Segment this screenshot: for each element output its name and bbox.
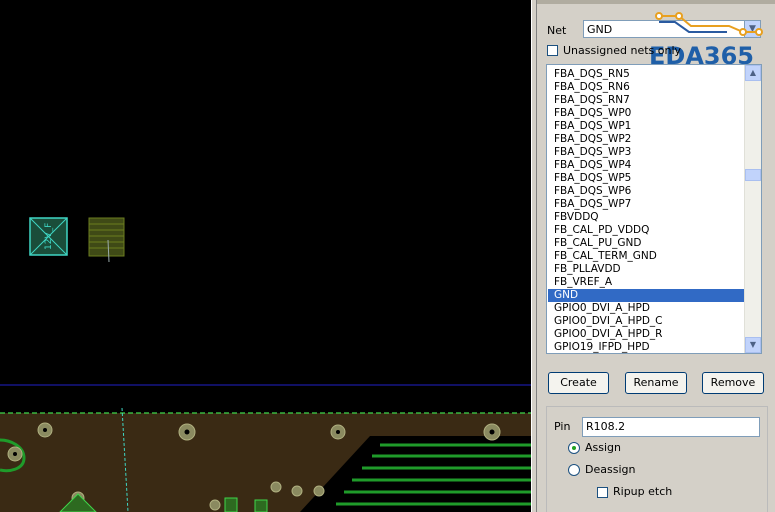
pcb-canvas[interactable]: 12V_F <box>0 0 531 512</box>
ripup-etch-checkbox[interactable] <box>597 487 608 498</box>
eda365-logo: EDA365 <box>649 12 763 66</box>
net-list-item[interactable]: FB_CAL_TERM_GND <box>552 250 744 263</box>
assign-label: Assign <box>585 441 621 454</box>
deassign-label: Deassign <box>585 463 636 476</box>
net-list-item[interactable]: FBA_DQS_WP7 <box>552 198 744 211</box>
net-list-item[interactable]: FB_VREF_A <box>552 276 744 289</box>
net-list-item[interactable]: FBA_DQS_WP0 <box>552 107 744 120</box>
net-listbox[interactable]: FBA_DQS_RN5 FBA_DQS_RN6 FBA_DQS_RN7 FBA_DQS… <box>546 64 762 354</box>
net-combobox-value: GND <box>587 23 613 36</box>
net-label: Net <box>547 24 567 37</box>
net-list-item[interactable]: FB_CAL_PD_VDDQ <box>552 224 744 237</box>
create-button[interactable]: Create <box>548 372 609 394</box>
scroll-down-icon[interactable]: ▼ <box>745 337 761 353</box>
remove-button[interactable]: Remove <box>702 372 764 394</box>
net-list-item[interactable]: FBA_DQS_RN6 <box>552 81 744 94</box>
component-label: 12V_F <box>44 223 54 250</box>
net-list-item[interactable]: FBA_DQS_RN7 <box>552 94 744 107</box>
scroll-up-icon[interactable]: ▲ <box>745 65 761 81</box>
rename-button[interactable]: Rename <box>625 372 687 394</box>
net-list-item[interactable]: FB_PLLAVDD <box>552 263 744 276</box>
net-list-scrollbar[interactable]: ▲ ▼ <box>744 65 761 353</box>
net-list-item[interactable]: FBA_DQS_WP2 <box>552 133 744 146</box>
net-list-item[interactable]: FBA_DQS_WP1 <box>552 120 744 133</box>
net-list-item[interactable]: GPIO0_DVI_A_HPD_C <box>552 315 744 328</box>
net-list-item[interactable]: FBA_DQS_WP6 <box>552 185 744 198</box>
net-list-item[interactable]: GPIO0_DVI_A_HPD <box>552 302 744 315</box>
pcb-drawing[interactable]: 12V_F <box>0 0 531 512</box>
pin-groupbox: Pin R108.2 Assign Deassign Ripup etch <box>546 406 768 512</box>
panel-titlebar <box>537 0 775 4</box>
deassign-radio[interactable] <box>568 464 580 476</box>
net-list-item[interactable]: GPIO0_DVI_A_HPD_R <box>552 328 744 341</box>
unassigned-nets-label: Unassigned nets only <box>563 44 682 57</box>
net-list-item[interactable]: FBVDDQ <box>552 211 744 224</box>
scroll-thumb[interactable] <box>745 169 761 181</box>
net-list-item[interactable]: FBA_DQS_WP4 <box>552 159 744 172</box>
net-list-item[interactable]: FBA_DQS_RN5 <box>552 68 744 81</box>
net-assignment-panel: Net GND ▼ EDA365 Unassigned nets only FB… <box>537 0 775 512</box>
unassigned-nets-checkbox[interactable] <box>547 45 558 56</box>
net-list-item[interactable]: GND <box>548 289 750 302</box>
pin-label: Pin <box>554 420 571 433</box>
ripup-etch-label: Ripup etch <box>613 485 673 498</box>
pin-field[interactable]: R108.2 <box>582 417 760 437</box>
net-list-item[interactable]: FB_CAL_PU_GND <box>552 237 744 250</box>
net-list-item[interactable]: FBA_DQS_WP5 <box>552 172 744 185</box>
net-list-item[interactable]: FBA_DQS_WP3 <box>552 146 744 159</box>
assign-radio[interactable] <box>568 442 580 454</box>
net-list-item[interactable]: GPIO19_IFPD_HPD <box>552 341 744 353</box>
